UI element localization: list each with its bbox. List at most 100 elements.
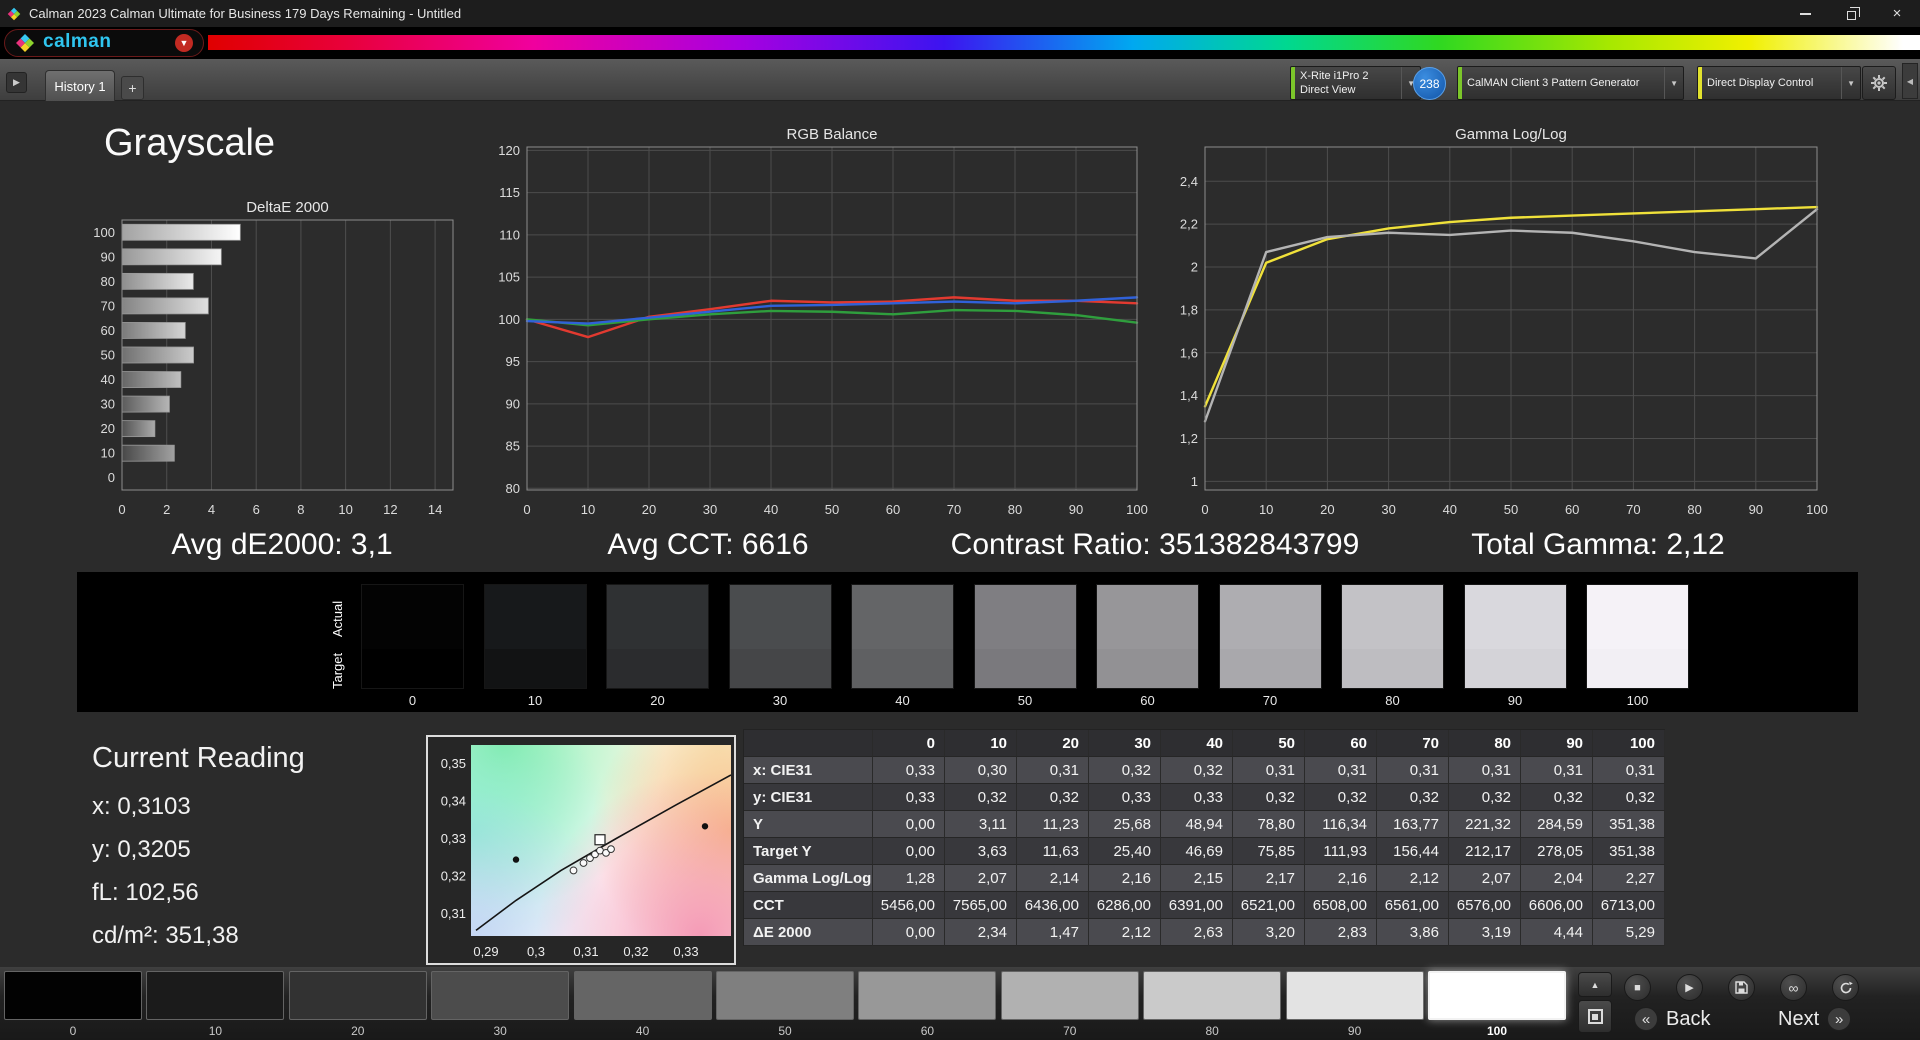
table-cell: 0,31 [1233,757,1305,784]
table-cell: 0,31 [1377,757,1449,784]
pattern-patch-80[interactable] [1143,971,1282,1020]
add-tab-button[interactable]: + [121,76,144,100]
window-icon [1587,1009,1603,1024]
minimize-icon [1799,12,1811,15]
grayscale-swatch-70 [1218,584,1322,689]
table-cell: 0,33 [1089,784,1161,811]
calman-logo[interactable]: calman ▼ [4,29,204,57]
tab-history-1[interactable]: History 1 [45,70,115,101]
table-row-label: CCT [744,892,873,919]
svg-text:6: 6 [253,502,260,517]
table-cell: 351,38 [1593,838,1665,865]
pattern-patch-100[interactable] [1428,971,1566,1020]
svg-text:110: 110 [499,227,520,242]
table-col-header-50: 50 [1233,730,1305,757]
save-button[interactable] [1728,974,1755,1001]
swatch-target [1464,648,1566,688]
svg-text:90: 90 [101,249,115,264]
swatch-target [1342,648,1443,688]
svg-text:40: 40 [1443,502,1457,517]
pattern-patch-50[interactable] [716,971,854,1020]
table-cell: 0,32 [1377,784,1449,811]
table-cell: 0,00 [873,811,945,838]
stat-total-gamma: Total Gamma: 2,12 [1471,528,1725,561]
table-cell: 0,32 [1521,784,1593,811]
meter-dropdown[interactable]: X-Rite i1Pro 2 Direct View ▼ [1290,66,1421,100]
swatch-level-label: 10 [527,693,543,708]
table-cell: 2,12 [1089,919,1161,946]
pattern-patch-70[interactable] [1000,971,1139,1020]
logo-menu-button[interactable]: ▼ [175,34,193,52]
table-cell: 2,14 [1017,865,1089,892]
table-col-header-10: 10 [945,730,1017,757]
pattern-patch-20[interactable] [288,971,427,1020]
pattern-patch-90[interactable] [1285,971,1424,1020]
pattern-patch-0[interactable] [4,971,142,1020]
table-cell: 0,32 [1089,757,1161,784]
table-cell: 6508,00 [1305,892,1377,919]
table-cell: 0,32 [1449,784,1521,811]
swatch-level-label: 30 [772,693,788,708]
settings-button[interactable] [1862,66,1896,100]
restore-button[interactable] [1828,0,1874,27]
next-button[interactable]: Next » [1778,1007,1852,1031]
pattern-patch-level-label: 20 [351,1024,365,1038]
grayscale-swatch-50 [973,584,1077,689]
display-control-dropdown[interactable]: Direct Display Control ▼ [1697,66,1861,100]
table-cell: 6521,00 [1233,892,1305,919]
svg-text:100: 100 [93,225,115,240]
pattern-patch-40[interactable] [573,971,712,1020]
table-cell: 212,17 [1449,838,1521,865]
grayscale-swatch-100 [1586,584,1689,689]
meter-mode: Direct View [1300,84,1356,96]
pattern-patch-10[interactable] [146,971,285,1020]
table-cell: 5,29 [1593,919,1665,946]
swatch-target [607,648,708,688]
pattern-generator-dropdown[interactable]: CalMAN Client 3 Pattern Generator ▼ [1457,66,1684,100]
svg-text:70: 70 [101,298,115,313]
svg-text:20: 20 [1320,502,1334,517]
svg-text:80: 80 [101,274,115,289]
table-cell: 6436,00 [1017,892,1089,919]
pattern-patch-30[interactable] [431,971,570,1020]
back-button[interactable]: « Back [1634,1007,1710,1031]
stat-contrast-ratio: Contrast Ratio: 351382843799 [950,528,1360,561]
svg-text:12: 12 [383,502,397,517]
stop-button[interactable]: ■ [1624,974,1651,1001]
svg-text:1: 1 [1191,474,1198,489]
reading-fl: fL: 102,56 [92,879,199,906]
refresh-button[interactable] [1832,974,1859,1001]
svg-text:0,32: 0,32 [623,944,648,959]
table-cell: 11,63 [1017,838,1089,865]
svg-text:100: 100 [498,312,520,327]
table-cell: 2,17 [1233,865,1305,892]
link-button[interactable]: ∞ [1780,974,1807,1001]
collapse-strip-button[interactable]: ▲ [1578,972,1612,997]
table-cell: 2,34 [945,919,1017,946]
minimize-button[interactable] [1782,0,1828,27]
svg-text:115: 115 [499,185,520,200]
svg-text:70: 70 [1626,502,1640,517]
swatch-level-label: 90 [1507,693,1523,708]
chevron-down-icon: ▼ [1664,67,1683,99]
panel-expand-button[interactable]: ▶ [6,72,27,93]
table-cell: 0,00 [873,838,945,865]
chevron-down-icon: ▼ [1841,67,1860,99]
table-row-label: Gamma Log/Log [744,865,873,892]
svg-text:50: 50 [825,502,839,517]
svg-text:20: 20 [101,421,115,436]
table-cell: 2,12 [1377,865,1449,892]
meter-profile-badge[interactable]: 238 [1413,67,1446,100]
swatch-actual [852,585,953,649]
pattern-patch-level-label: 10 [208,1024,223,1038]
close-button[interactable]: × [1874,0,1920,27]
table-col-header-100: 100 [1593,730,1665,757]
table-cell: 1,47 [1017,919,1089,946]
play-button[interactable]: ▶ [1676,974,1703,1001]
app-icon [7,7,21,21]
window-toggle-button[interactable] [1578,1000,1612,1033]
table-cell: 0,32 [945,784,1017,811]
svg-text:30: 30 [703,502,717,517]
pattern-patch-60[interactable] [858,971,997,1020]
collapse-panel-button[interactable]: ◀ [1902,63,1918,99]
